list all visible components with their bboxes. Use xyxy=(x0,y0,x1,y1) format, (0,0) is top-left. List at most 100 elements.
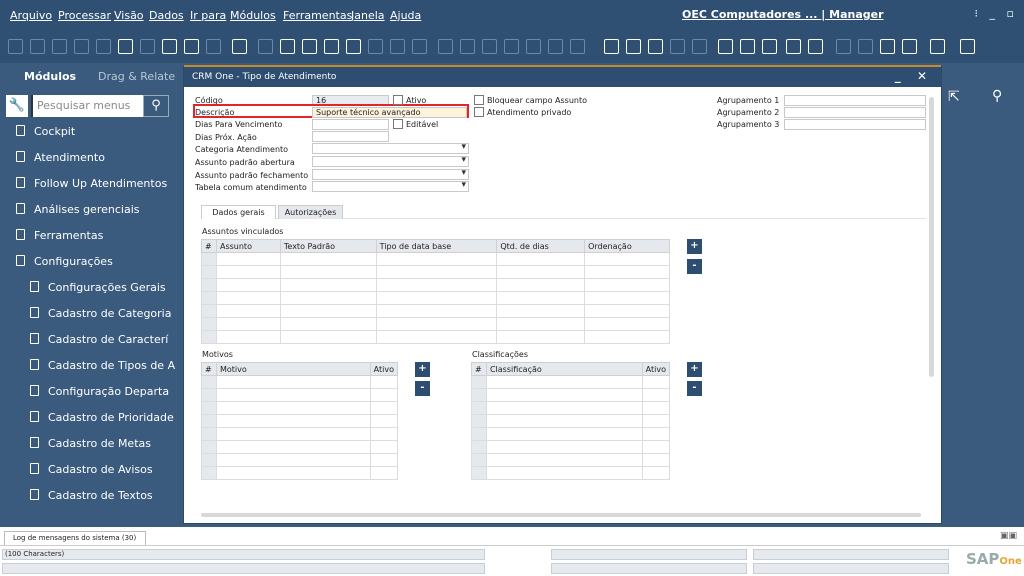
toolbar-button-icon[interactable] xyxy=(412,39,427,54)
toolbar-button-icon[interactable] xyxy=(140,39,155,54)
table-cell[interactable] xyxy=(485,440,643,454)
toolbar-button-icon[interactable] xyxy=(8,39,23,54)
table-cell[interactable] xyxy=(215,278,281,292)
toolbar-button-icon[interactable] xyxy=(626,39,641,54)
table-cell[interactable] xyxy=(641,388,671,402)
editavel-checkbox[interactable] xyxy=(393,119,403,129)
table-cell[interactable] xyxy=(496,252,586,266)
toolbar-button-icon[interactable] xyxy=(858,39,873,54)
table-cell[interactable] xyxy=(375,317,498,331)
sidebar-subitem[interactable]: Cadastro de Tipos de A xyxy=(30,359,180,372)
menu-modulos[interactable]: Módulos xyxy=(230,9,276,22)
toolbar-button-icon[interactable] xyxy=(96,39,111,54)
toolbar-button-icon[interactable] xyxy=(74,39,89,54)
table-cell[interactable] xyxy=(471,388,487,402)
table-row[interactable] xyxy=(201,317,670,331)
table-cell[interactable] xyxy=(496,304,586,318)
table-row[interactable] xyxy=(201,440,399,454)
toolbar-button-icon[interactable] xyxy=(836,39,851,54)
sidebar-item[interactable]: Ferramentas xyxy=(16,229,181,242)
table-cell[interactable] xyxy=(584,265,670,279)
table-row[interactable] xyxy=(201,265,670,279)
assuntos-add-button[interactable]: + xyxy=(687,239,702,254)
agrupamento-3-field[interactable] xyxy=(784,119,926,130)
toolbar-button-icon[interactable] xyxy=(368,39,383,54)
motivos-add-button[interactable]: + xyxy=(415,362,430,377)
table-cell[interactable] xyxy=(369,440,399,454)
column-header[interactable]: Qtd. de dias xyxy=(496,239,586,253)
table-cell[interactable] xyxy=(215,330,281,344)
table-row[interactable] xyxy=(201,401,399,415)
table-cell[interactable] xyxy=(496,291,586,305)
column-header[interactable]: Motivo xyxy=(215,362,371,376)
table-row[interactable] xyxy=(471,401,671,415)
toolbar-button-icon[interactable] xyxy=(324,39,339,54)
toolbar-button-icon[interactable] xyxy=(162,39,177,54)
table-cell[interactable] xyxy=(215,440,371,454)
toolbar-button-icon[interactable] xyxy=(438,39,453,54)
panel-controls[interactable]: ▣▣ xyxy=(1000,531,1017,541)
toolbar-button-icon[interactable] xyxy=(570,39,585,54)
table-cell[interactable] xyxy=(584,252,670,266)
bloquear-checkbox[interactable] xyxy=(474,95,484,105)
motivos-remove-button[interactable]: - xyxy=(415,381,430,396)
table-cell[interactable] xyxy=(215,388,371,402)
table-cell[interactable] xyxy=(485,414,643,428)
descricao-field[interactable]: Suporte técnico avançado xyxy=(312,107,467,118)
assunto-abertura-select[interactable] xyxy=(312,156,469,167)
toolbar-button-icon[interactable] xyxy=(232,39,247,54)
toolbar-button-icon[interactable] xyxy=(740,39,755,54)
toolbar-button-icon[interactable] xyxy=(206,39,221,54)
tabela-select[interactable] xyxy=(312,181,469,192)
table-cell[interactable] xyxy=(215,265,281,279)
column-header[interactable]: Assunto xyxy=(215,239,281,253)
table-cell[interactable] xyxy=(485,466,643,480)
table-cell[interactable] xyxy=(279,317,377,331)
toolbar-button-icon[interactable] xyxy=(960,39,975,54)
table-row[interactable] xyxy=(201,278,670,292)
column-header[interactable]: # xyxy=(471,362,487,376)
table-cell[interactable] xyxy=(201,427,217,441)
tab-dados-gerais[interactable]: Dados gerais xyxy=(201,205,276,219)
table-row[interactable] xyxy=(201,375,399,389)
sidebar-item[interactable]: Análises gerenciais xyxy=(16,203,181,216)
table-cell[interactable] xyxy=(215,317,281,331)
table-row[interactable] xyxy=(201,388,399,402)
sidebar-subitem[interactable]: Configuração Departa xyxy=(30,385,180,398)
horizontal-scrollbar[interactable] xyxy=(201,513,921,517)
menu-processar[interactable]: Processar xyxy=(58,9,111,22)
log-tab[interactable]: Log de mensagens do sistema (30) xyxy=(4,531,146,545)
column-header[interactable]: Classificação xyxy=(485,362,643,376)
table-row[interactable] xyxy=(201,414,399,428)
table-cell[interactable] xyxy=(584,330,670,344)
table-row[interactable] xyxy=(201,453,399,467)
tab-modulos[interactable]: Módulos xyxy=(24,70,76,83)
toolbar-button-icon[interactable] xyxy=(718,39,733,54)
table-cell[interactable] xyxy=(496,330,586,344)
toolbar-button-icon[interactable] xyxy=(930,39,945,54)
table-cell[interactable] xyxy=(369,414,399,428)
table-row[interactable] xyxy=(471,440,671,454)
column-header[interactable]: Ativo xyxy=(641,362,671,376)
table-cell[interactable] xyxy=(215,453,371,467)
table-row[interactable] xyxy=(471,375,671,389)
toolbar-button-icon[interactable] xyxy=(118,39,133,54)
table-cell[interactable] xyxy=(485,453,643,467)
table-row[interactable] xyxy=(201,304,670,318)
toolbar-button-icon[interactable] xyxy=(762,39,777,54)
toolbar-button-icon[interactable] xyxy=(670,39,685,54)
table-cell[interactable] xyxy=(201,414,217,428)
classificacoes-remove-button[interactable]: - xyxy=(687,381,702,396)
table-cell[interactable] xyxy=(369,453,399,467)
search-icon[interactable]: ⚲ xyxy=(143,95,169,117)
column-header[interactable]: # xyxy=(201,362,217,376)
table-cell[interactable] xyxy=(641,375,671,389)
table-cell[interactable] xyxy=(215,401,371,415)
table-cell[interactable] xyxy=(641,414,671,428)
toolbar-button-icon[interactable] xyxy=(786,39,801,54)
table-cell[interactable] xyxy=(215,304,281,318)
column-header[interactable]: Texto Padrão xyxy=(279,239,377,253)
categoria-select[interactable] xyxy=(312,143,469,154)
tab-drag-relate[interactable]: Drag & Relate xyxy=(98,70,175,83)
table-cell[interactable] xyxy=(485,427,643,441)
